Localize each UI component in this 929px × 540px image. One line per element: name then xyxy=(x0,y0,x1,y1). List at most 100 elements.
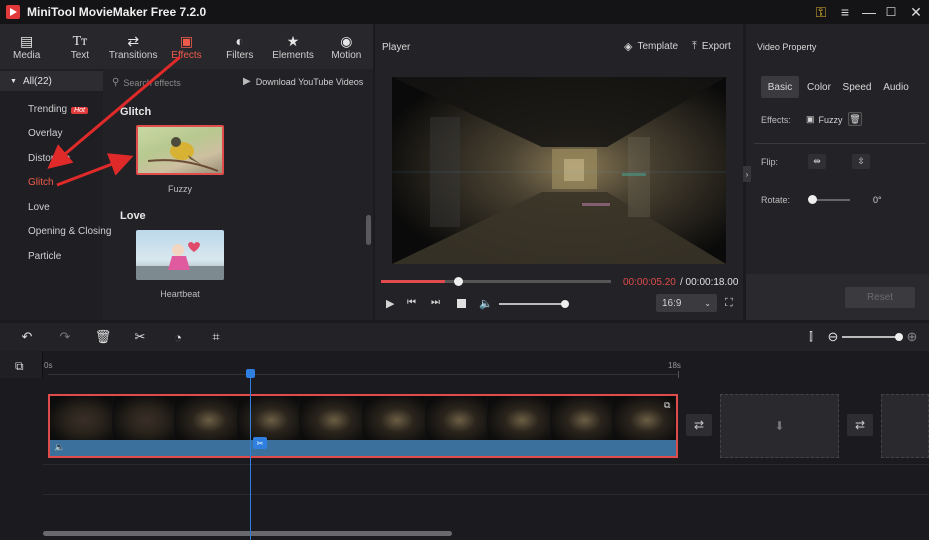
timeline-scrollbar[interactable] xyxy=(43,531,452,536)
app-logo xyxy=(6,5,20,19)
effects-scrollbar[interactable] xyxy=(366,215,371,245)
zoom-out-icon[interactable]: ⊖ xyxy=(824,328,842,346)
fullscreen-icon[interactable]: ⛶ xyxy=(725,297,733,310)
video-clip[interactable]: 🔈 ⧉ xyxy=(48,394,678,458)
search-icon: ⚲ xyxy=(112,77,120,88)
playhead-handle[interactable] xyxy=(246,369,255,378)
library-panel: ▤ Media Tт Text ⇄ Transitions ▣ Effects ◐ Fil… xyxy=(0,24,373,320)
close-button[interactable]: ✕ xyxy=(903,0,929,24)
tab-transitions[interactable]: ⇄ Transitions xyxy=(107,24,160,69)
speed-icon[interactable]: ◔ xyxy=(169,328,187,346)
add-track-icon[interactable]: ⧉ xyxy=(15,359,24,374)
effect-label-heartbeat: Heartbeat xyxy=(160,289,200,299)
tab-elements[interactable]: ★ Elements xyxy=(266,24,319,69)
volume-handle[interactable] xyxy=(561,300,569,308)
ruler-end-label: 18s xyxy=(668,361,681,370)
category-distortion[interactable]: Distortion xyxy=(28,153,98,164)
split-icon[interactable]: ✂ xyxy=(131,328,149,346)
search-effects[interactable]: ⚲ Search effects xyxy=(112,77,181,88)
layers-icon: ◈ xyxy=(624,41,633,53)
template-button[interactable]: ◈ Template xyxy=(624,40,678,53)
aspect-ratio-select[interactable]: 16:9 ⌄ xyxy=(656,294,717,312)
delete-effect-icon[interactable]: 🗑 xyxy=(848,112,862,126)
next-frame-icon[interactable]: ⏭ xyxy=(431,297,440,308)
zoom-slider[interactable] xyxy=(842,333,903,341)
volume-icon[interactable]: 🔈 xyxy=(479,297,493,310)
transition-slot-1[interactable]: ⇄ xyxy=(686,414,712,436)
collapse-panel-icon[interactable]: › xyxy=(743,166,751,182)
tab-text[interactable]: Tт Text xyxy=(53,24,106,69)
stop-icon[interactable] xyxy=(457,299,466,308)
tab-color[interactable]: Color xyxy=(802,76,836,98)
zoom-handle[interactable] xyxy=(895,333,903,341)
fit-timeline-icon[interactable]: ⫿ xyxy=(802,328,820,346)
effect-thumb-fuzzy[interactable] xyxy=(136,125,224,175)
flip-horizontal-icon[interactable]: ⇹ xyxy=(808,154,826,169)
maximize-button[interactable]: ☐ xyxy=(878,0,904,24)
key-icon[interactable]: ⚿ xyxy=(808,0,834,24)
category-all[interactable]: ▼ All(22) xyxy=(0,71,103,91)
applied-effect: ▣ Fuzzy xyxy=(806,114,843,125)
empty-clip-slot[interactable]: ⬇ xyxy=(720,394,839,458)
media-toolbar: ▤ Media Tт Text ⇄ Transitions ▣ Effects ◐ Fil… xyxy=(0,24,373,69)
rotate-label: Rotate: xyxy=(761,195,791,205)
undo-icon[interactable]: ↶ xyxy=(18,328,36,346)
text-icon: Tт xyxy=(72,33,88,49)
tab-filters[interactable]: ◐ Filters xyxy=(213,24,266,69)
heartbeat-image xyxy=(136,242,224,280)
ruler-start-label: 0s xyxy=(44,361,53,370)
category-love[interactable]: Love xyxy=(28,202,50,213)
empty-clip-slot[interactable] xyxy=(881,394,929,458)
export-button[interactable]: ⤒ Export xyxy=(692,40,731,53)
tab-audio[interactable]: Audio xyxy=(878,76,914,98)
clip-frame xyxy=(175,396,237,440)
track-divider xyxy=(43,464,929,465)
delete-icon[interactable]: 🗑 xyxy=(94,328,112,346)
split-marker-icon[interactable]: ✂ xyxy=(253,437,267,449)
seek-handle[interactable] xyxy=(454,277,463,286)
effects-grid: ⚲ Search effects ▶ Download YouTube Vide… xyxy=(103,69,373,320)
rotate-value: 0° xyxy=(873,195,882,205)
category-trending[interactable]: Trending Hot xyxy=(28,104,89,115)
transition-slot-2[interactable]: ⇄ xyxy=(847,414,873,436)
title-bar: MiniTool MovieMaker Free 7.2.0 ⚿ ≡ — ☐ ✕ xyxy=(0,0,929,24)
import-icon: ⬇ xyxy=(774,419,785,433)
category-overlay[interactable]: Overlay xyxy=(28,128,62,139)
prev-frame-icon[interactable]: ⏮ xyxy=(407,297,416,308)
reset-button[interactable]: Reset xyxy=(845,287,915,308)
category-glitch[interactable]: Glitch xyxy=(28,177,54,188)
play-icon[interactable]: ▶ xyxy=(386,297,394,310)
tab-effects[interactable]: ▣ Effects xyxy=(160,24,213,69)
timeline-tracks: 🔈 ⧉ ⇄ ⬇ ⇄ xyxy=(0,378,929,536)
tab-basic[interactable]: Basic xyxy=(761,76,799,98)
seek-bar[interactable] xyxy=(381,277,611,286)
zoom-in-icon[interactable]: ⊕ xyxy=(903,328,921,346)
clip-duplicate-icon[interactable]: ⧉ xyxy=(664,400,670,411)
effect-thumb-heartbeat[interactable] xyxy=(136,230,224,280)
flip-vertical-icon[interactable]: ⇳ xyxy=(852,154,870,169)
volume-slider[interactable] xyxy=(499,300,569,308)
crop-icon[interactable]: ⌗ xyxy=(207,328,225,346)
filters-icon: ◐ xyxy=(235,32,244,49)
playhead-line[interactable] xyxy=(250,371,251,540)
redo-icon[interactable]: ↷ xyxy=(56,328,74,346)
rotate-slider[interactable] xyxy=(808,195,850,204)
timeline-ruler[interactable]: 0s 18s xyxy=(0,351,929,378)
video-preview[interactable] xyxy=(392,77,726,264)
effect-icon: ▣ xyxy=(806,114,815,124)
total-time: / 00:00:18.00 xyxy=(680,277,739,288)
clip-frame xyxy=(112,396,175,440)
category-opening-closing[interactable]: Opening & Closing xyxy=(28,226,111,237)
clip-volume-icon[interactable]: 🔈 xyxy=(54,442,65,453)
menu-icon[interactable]: ≡ xyxy=(832,0,858,24)
download-youtube-link[interactable]: ▶ Download YouTube Videos xyxy=(243,76,363,87)
tab-speed[interactable]: Speed xyxy=(838,76,876,98)
clip-frame xyxy=(425,396,488,440)
tab-media[interactable]: ▤ Media xyxy=(0,24,53,69)
hot-badge: Hot xyxy=(71,107,89,114)
tab-motion[interactable]: ◉ Motion xyxy=(320,24,373,69)
effects-label: Effects: xyxy=(761,115,791,125)
clip-frame xyxy=(237,396,300,440)
rotate-handle[interactable] xyxy=(808,195,817,204)
category-particle[interactable]: Particle xyxy=(28,251,61,262)
